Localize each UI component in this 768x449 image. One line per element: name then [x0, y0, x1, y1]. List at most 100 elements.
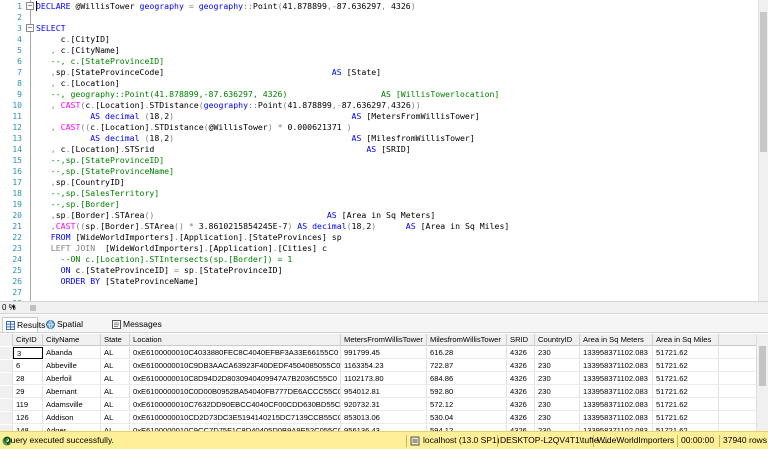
code-line[interactable]: ORDER BY [StateProvinceName] — [36, 276, 199, 287]
table-cell[interactable]: 230 — [535, 373, 580, 385]
column-header[interactable]: CountryID — [535, 334, 580, 346]
table-cell[interactable]: AL — [101, 347, 130, 359]
table-cell[interactable]: 51721.62 — [653, 386, 719, 398]
grid-scroll-thumb[interactable] — [759, 346, 766, 386]
row-header[interactable] — [0, 347, 13, 359]
table-cell[interactable]: 230 — [535, 386, 580, 398]
code-line[interactable]: , c.[Location] — [36, 78, 120, 89]
table-cell[interactable]: 4326 — [507, 399, 535, 411]
code-line[interactable]: FROM [WideWorldImporters].[Application].… — [36, 232, 342, 243]
table-cell[interactable]: 51721.62 — [653, 399, 719, 411]
table-cell[interactable]: 592.80 — [427, 386, 507, 398]
code-line[interactable]: --, geography::Point(41.878899,-87.63629… — [36, 89, 500, 100]
table-cell[interactable]: 6 — [13, 360, 43, 372]
table-cell[interactable]: Abernant — [43, 386, 101, 398]
table-cell[interactable]: 0xE6100000010C9DB3AACA63923F40DEDF450408… — [130, 360, 341, 372]
row-header[interactable] — [0, 360, 13, 372]
row-header[interactable] — [0, 386, 13, 398]
code-line[interactable]: c.[CityID] — [36, 34, 110, 45]
column-header[interactable]: Area in Sq Meters — [580, 334, 653, 346]
table-cell[interactable]: 4326 — [507, 373, 535, 385]
table-cell[interactable]: AL — [101, 373, 130, 385]
table-row[interactable]: 29 Abernant AL 0xE6100000010C0D00B0952BA540… — [0, 386, 756, 398]
table-cell[interactable]: 722.87 — [427, 360, 507, 372]
results-grid[interactable]: CityID CityName State Location MetersFromWil… — [0, 334, 756, 431]
column-header[interactable]: CityName — [43, 334, 101, 346]
code-line[interactable]: SELECT — [36, 23, 66, 34]
table-cell[interactable]: 920732.31 — [341, 399, 427, 411]
column-header[interactable]: MilesfromWillisTower — [427, 334, 507, 346]
table-cell[interactable]: Abanda — [43, 347, 101, 359]
table-cell[interactable]: 133958371102.083 — [580, 347, 653, 359]
column-header[interactable]: Location — [130, 334, 341, 346]
code-line[interactable]: , c.[CityName] — [36, 45, 120, 56]
table-cell[interactable]: 230 — [535, 360, 580, 372]
code-line[interactable]: --,sp.[SalesTerritory] — [36, 188, 159, 199]
table-cell[interactable]: 51721.62 — [653, 360, 719, 372]
table-cell[interactable]: 991799.45 — [341, 347, 427, 359]
tab-messages[interactable]: Messages — [109, 317, 162, 332]
table-cell[interactable]: 133958371102.083 — [580, 360, 653, 372]
table-row[interactable]: 119 Adamsville AL 0xE6100000010C7632DD90EBC… — [0, 399, 756, 411]
table-cell[interactable]: 0xE6100000010C7632DD90EBCC4040CF00CDD630… — [130, 399, 341, 411]
column-header[interactable]: MetersFromWillisTower — [341, 334, 427, 346]
table-cell[interactable]: 4326 — [507, 347, 535, 359]
table-cell[interactable]: 133958371102.083 — [580, 399, 653, 411]
tab-results[interactable]: Results — [2, 317, 45, 332]
editor-vertical-scrollbar[interactable] — [758, 0, 768, 301]
code-line[interactable]: ,sp.[Border].STArea() AS [Area in Sq Met… — [36, 210, 436, 221]
table-cell[interactable]: AL — [101, 386, 130, 398]
code-line[interactable]: , c.[Location].STSrid AS [SRID] — [36, 144, 411, 155]
table-cell[interactable]: 230 — [535, 347, 580, 359]
code-line[interactable]: ,CAST((sp.[Border].STArea() * 3.86102158… — [36, 221, 510, 232]
row-header[interactable] — [0, 373, 13, 385]
table-cell[interactable]: 530.04 — [427, 412, 507, 424]
table-cell[interactable]: AL — [101, 412, 130, 424]
code-line[interactable]: --,sp.[Border] — [36, 199, 120, 210]
code-line[interactable]: --,sp.[StateProvinceID] — [36, 155, 164, 166]
table-cell[interactable]: 1163354.23 — [341, 360, 427, 372]
column-header[interactable]: State — [101, 334, 130, 346]
table-cell[interactable]: 0xE6100000010C0D00B0952BA54040FB777DE6AC… — [130, 386, 341, 398]
table-cell[interactable]: 28 — [13, 373, 43, 385]
table-cell[interactable]: Abbeville — [43, 360, 101, 372]
collapse-declare-icon[interactable]: − — [26, 2, 34, 10]
editor-scroll-thumb[interactable] — [760, 12, 767, 152]
code-line[interactable]: AS decimal (18,2) AS [MilesfromWillisTow… — [36, 133, 475, 144]
code-line[interactable]: , CAST((c.[Location].STDistance(@WillisT… — [36, 122, 352, 133]
table-cell[interactable]: Adamsville — [43, 399, 101, 411]
code-line[interactable]: --, c.[StateProvinceID] — [36, 56, 164, 67]
table-cell[interactable]: 4326 — [507, 412, 535, 424]
table-cell[interactable]: Addison — [43, 412, 101, 424]
table-cell[interactable]: 0xE6100000010CD2D73DC3E5194140215DC7139C… — [130, 412, 341, 424]
code-line[interactable]: DECLARE @WillisTower geography = geograp… — [36, 1, 416, 12]
table-cell[interactable]: Aberfoil — [43, 373, 101, 385]
table-cell[interactable]: 0xE6100000010C4033880FEC8C4040EFBF3A33E6… — [130, 347, 341, 359]
table-cell[interactable]: 954012.81 — [341, 386, 427, 398]
table-cell[interactable]: 4326 — [507, 360, 535, 372]
code-line[interactable]: AS decimal (18,2) AS [MetersFromWillisTo… — [36, 111, 479, 122]
editor-horizontal-scroll-thumb[interactable] — [30, 305, 36, 311]
table-cell[interactable]: 3 — [13, 347, 43, 359]
table-cell[interactable]: 684.86 — [427, 373, 507, 385]
table-cell[interactable]: 133958371102.083 — [580, 412, 653, 424]
table-cell[interactable]: 29 — [13, 386, 43, 398]
table-row[interactable]: 3 Abanda AL 0xE6100000010C4033880FEC8C4040E… — [0, 347, 756, 359]
row-header[interactable] — [0, 334, 13, 346]
zoom-dropdown-icon[interactable]: ▾ — [12, 302, 16, 314]
table-cell[interactable]: 126 — [13, 412, 43, 424]
table-cell[interactable]: 853013.06 — [341, 412, 427, 424]
table-cell[interactable]: 616.28 — [427, 347, 507, 359]
table-row[interactable]: 28 Aberfoil AL 0xE6100000010C8D94D2D8030940… — [0, 373, 756, 385]
table-cell[interactable]: AL — [101, 360, 130, 372]
code-line[interactable]: --ON c.[Location].STIntersects(sp.[Borde… — [36, 254, 293, 265]
code-line[interactable]: ,sp.[StateProvinceCode] AS [State] — [36, 67, 381, 78]
table-cell[interactable]: 133958371102.083 — [580, 386, 653, 398]
grid-vertical-scrollbar[interactable] — [756, 334, 768, 431]
collapse-select-icon[interactable]: − — [26, 24, 34, 32]
code-line[interactable]: , CAST(c.[Location].STDistance(geography… — [36, 100, 421, 111]
column-header[interactable]: SRID — [507, 334, 535, 346]
table-cell[interactable]: 51721.62 — [653, 347, 719, 359]
code-line[interactable]: ,sp.[CountryID] — [36, 177, 125, 188]
row-header[interactable] — [0, 412, 13, 424]
